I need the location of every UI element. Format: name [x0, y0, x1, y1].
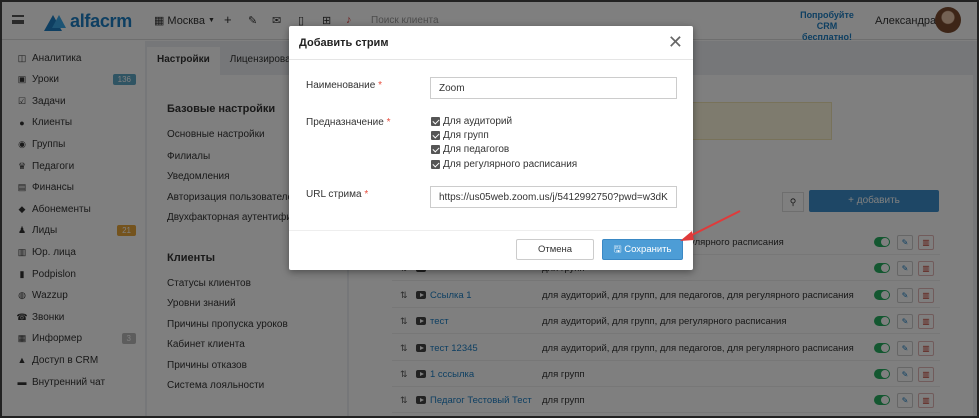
purpose-checkbox-teachers[interactable]: Для педагогов: [431, 144, 509, 155]
annotation-arrow-icon: [680, 210, 741, 241]
checkbox-checked-icon[interactable]: [431, 131, 440, 140]
checkbox-label: Для групп: [443, 130, 489, 141]
checkbox-label: Для регулярного расписания: [443, 159, 578, 170]
purpose-checkbox-schedule[interactable]: Для регулярного расписания: [431, 159, 577, 170]
save-label: Сохранить: [624, 243, 672, 255]
name-label: Наименование *: [306, 80, 382, 91]
checkbox-checked-icon[interactable]: [431, 160, 440, 169]
dialog-header: Добавить стрим ✕: [289, 26, 693, 60]
required-mark: *: [386, 117, 391, 128]
name-input[interactable]: [430, 77, 677, 99]
checkbox-checked-icon[interactable]: [431, 145, 440, 154]
dialog-divider: [289, 230, 693, 231]
required-mark: *: [364, 189, 369, 200]
purpose-label: Предназначение *: [306, 117, 390, 128]
checkbox-label: Для аудиторий: [443, 116, 513, 127]
save-icon: 🖫: [613, 243, 625, 255]
checkbox-checked-icon[interactable]: [431, 117, 440, 126]
close-icon[interactable]: ✕: [668, 32, 683, 52]
purpose-label-text: Предназначение: [306, 117, 384, 128]
url-input[interactable]: [430, 186, 677, 208]
dialog-title: Добавить стрим: [299, 37, 389, 49]
checkbox-label: Для педагогов: [443, 144, 510, 155]
save-button[interactable]: 🖫 Сохранить: [602, 239, 683, 260]
required-mark: *: [378, 80, 383, 91]
url-label: URL стрима *: [306, 189, 368, 200]
purpose-checkbox-rooms[interactable]: Для аудиторий: [431, 116, 512, 127]
add-stream-dialog: Добавить стрим ✕ Наименование * Предназн…: [289, 26, 693, 270]
app-window: alfacrm ▦ Москва ▼ + ✎ ✉ ▯ ⊞ ♪ Поиск кли…: [0, 0, 979, 418]
name-label-text: Наименование: [306, 80, 376, 91]
purpose-checkbox-groups[interactable]: Для групп: [431, 130, 489, 141]
url-label-text: URL стрима: [306, 189, 362, 200]
cancel-button[interactable]: Отмена: [516, 239, 594, 260]
